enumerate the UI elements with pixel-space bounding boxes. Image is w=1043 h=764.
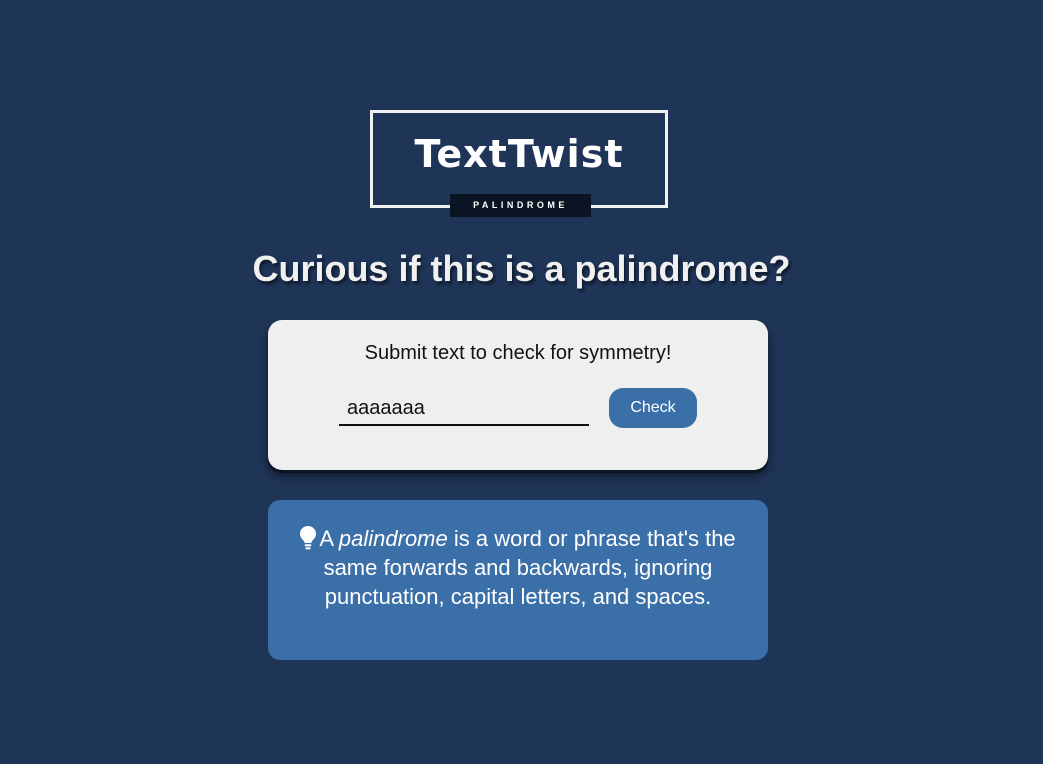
info-lead: A	[319, 526, 333, 551]
check-button[interactable]: Check	[609, 388, 697, 428]
palindrome-form-card: Submit text to check for symmetry! Check	[268, 320, 768, 470]
info-term: palindrome	[338, 526, 448, 551]
logo: TextTwist PALINDROME	[370, 110, 668, 217]
page-headline: Curious if this is a palindrome?	[252, 248, 791, 289]
info-box: A palindrome is a word or phrase that's …	[268, 500, 768, 660]
info-text: A palindrome is a word or phrase that's …	[290, 524, 746, 611]
lightbulb-icon	[300, 526, 317, 550]
form-prompt: Submit text to check for symmetry!	[364, 342, 672, 364]
logo-title: TextTwist	[414, 132, 624, 176]
logo-subtitle: PALINDROME	[450, 194, 591, 217]
text-input[interactable]	[339, 392, 589, 426]
